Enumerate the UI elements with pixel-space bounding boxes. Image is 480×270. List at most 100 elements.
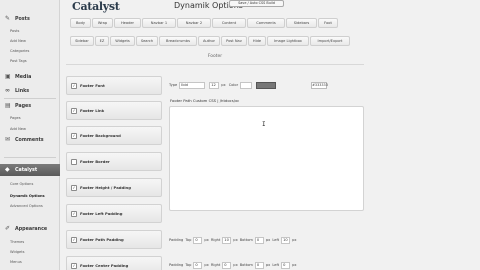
sidebar-item-pages[interactable]: ▤ Pages (5, 101, 31, 111)
tab-hide[interactable]: Hide (248, 36, 266, 46)
font-color-label: Color (228, 83, 239, 87)
tab-search[interactable]: Search (136, 36, 158, 46)
option-footer-border[interactable]: Footer Border (66, 152, 162, 171)
comment-icon: ✉ (5, 136, 11, 143)
option-label: Footer Left Padding (80, 211, 123, 216)
font-color-input[interactable] (240, 81, 253, 89)
tab-footer[interactable]: Foot (318, 18, 338, 28)
page-banner: Catalyst Dynamik Options Save / Auto CSS… (66, 0, 480, 14)
tab-sidebars[interactable]: Sidebars (286, 18, 317, 28)
media-icon: ▣ (5, 73, 11, 80)
check-box-icon[interactable]: ✓ (71, 107, 77, 114)
option-label: Footer Font (80, 83, 105, 88)
color-hex-field[interactable]: #333333 (311, 81, 328, 89)
padding-left-input[interactable]: 0 (281, 261, 291, 269)
sidebar-sub-post-tags[interactable]: Post Tags (10, 58, 27, 64)
sidebar-sub-themes[interactable]: Themes (10, 239, 24, 245)
sidebar-item-label: Catalyst (15, 167, 38, 173)
option-label: Footer Background (80, 133, 121, 138)
sidebar-sub-add-new-page[interactable]: Add New (10, 126, 26, 132)
option-label: Footer Height / Padding (80, 185, 131, 190)
padding-top-label: Top (185, 238, 192, 242)
sidebar-item-posts[interactable]: ✎ Posts (5, 14, 30, 24)
sidebar-sub-add-new-post[interactable]: Add New (10, 38, 26, 44)
tab-import-export[interactable]: Import/Export (310, 36, 350, 46)
padding-right-label: Right (210, 238, 221, 242)
option-label: Footer Border (80, 159, 110, 164)
sidebar-item-label: Pages (15, 103, 32, 109)
padding-bottom-label: Bottom (239, 238, 253, 242)
font-size-input[interactable]: 12 (209, 81, 220, 89)
catalyst-logo: Catalyst (72, 0, 120, 13)
padding-unit: px (265, 238, 271, 242)
sidebar-sub-pages[interactable]: Pages (10, 115, 21, 121)
sidebar-sub-core-options[interactable]: Core Options (10, 181, 33, 187)
padding-unit: px (233, 263, 238, 267)
option-footer-path-padding[interactable]: ✓ Footer Path Padding (66, 230, 162, 249)
check-box-icon[interactable]: ✓ (71, 262, 77, 269)
padding-unit: px (265, 263, 271, 267)
font-type-label: Type (169, 83, 178, 87)
page-icon: ▤ (5, 102, 11, 109)
option-label: Footer Link (80, 108, 105, 113)
tab-navbar-2[interactable]: Navbar 2 (177, 18, 211, 28)
option-footer-font[interactable]: ✓ Footer Font (66, 76, 162, 95)
tab-image-lightbox[interactable]: Image Lightbox (267, 36, 309, 46)
padding-right-input[interactable]: 0 (222, 261, 232, 269)
padding-label: Padding (169, 263, 184, 267)
check-box-icon[interactable] (71, 158, 77, 165)
color-swatch[interactable] (256, 81, 277, 89)
sidebar-item-comments[interactable]: ✉ Comments (5, 135, 44, 145)
sidebar-sub-widgets[interactable]: Widgets (10, 249, 25, 255)
save-build-button[interactable]: Save / Auto CSS Build (229, 0, 284, 7)
option-footer-left-padding[interactable]: ✓ Footer Left Padding (66, 204, 162, 223)
check-box-icon[interactable]: ✓ (71, 82, 77, 89)
option-footer-height-padding[interactable]: ✓ Footer Height / Padding (66, 178, 162, 197)
sidebar-item-catalyst[interactable]: ◆ Catalyst (0, 164, 60, 176)
tab-wrap[interactable]: Wrap (92, 18, 113, 28)
sidebar-item-label: Appearance (15, 226, 48, 232)
sidebar-item-appearance[interactable]: ✐ Appearance (5, 224, 47, 234)
custom-css-editor[interactable]: I (169, 106, 364, 211)
sidebar-sub-dynamik-options[interactable]: Dynamik Options (10, 193, 45, 199)
sidebar-item-label: Links (15, 88, 30, 94)
footer-font-controls: Type Ibid 12 px Color #333333 (169, 80, 328, 90)
sidebar-sub-categories[interactable]: Categories (10, 48, 29, 54)
tab-navbar-1[interactable]: Navbar 1 (142, 18, 176, 28)
padding-right-input[interactable]: 10 (222, 236, 232, 244)
font-type-select[interactable]: Ibid (179, 81, 206, 89)
padding-top-input[interactable]: 0 (193, 236, 203, 244)
tab-header[interactable]: Header (114, 18, 141, 28)
tab-content[interactable]: Content (212, 18, 246, 28)
tab-sidebar[interactable]: Sidebar (70, 36, 94, 46)
padding-bottom-input[interactable]: 0 (254, 261, 264, 269)
tab-author[interactable]: Author (198, 36, 220, 46)
tab-comments[interactable]: Comments (247, 18, 285, 28)
sidebar-item-label: Comments (15, 137, 44, 143)
footer-path-padding-controls: Padding Top 0 px Right 10 px Bottom 0 px… (169, 235, 297, 245)
padding-top-input[interactable]: 0 (193, 261, 203, 269)
check-box-icon[interactable]: ✓ (71, 132, 77, 139)
brush-icon: ✐ (5, 225, 11, 232)
sidebar-sub-menus[interactable]: Menus (10, 259, 22, 265)
tab-breadcrumbs[interactable]: Breadcrumbs (159, 36, 197, 46)
section-divider (66, 64, 364, 65)
link-icon: ∞ (5, 87, 10, 94)
check-box-icon[interactable]: ✓ (71, 236, 77, 243)
check-box-icon[interactable]: ✓ (71, 210, 77, 217)
sidebar-item-links[interactable]: ∞ Links (5, 86, 29, 96)
padding-left-input[interactable]: 10 (281, 236, 291, 244)
option-footer-background[interactable]: ✓ Footer Background (66, 126, 162, 145)
sidebar-item-media[interactable]: ▣ Media (5, 72, 31, 82)
check-box-icon[interactable]: ✓ (71, 184, 77, 191)
sidebar-sub-posts[interactable]: Posts (10, 28, 19, 34)
option-footer-link[interactable]: ✓ Footer Link (66, 101, 162, 120)
tab-ez[interactable]: EZ (95, 36, 109, 46)
padding-unit: px (233, 238, 238, 242)
sidebar-sub-advanced-options[interactable]: Advanced Options (10, 203, 43, 209)
tab-post-nav[interactable]: Post Nav (221, 36, 247, 46)
tab-body[interactable]: Body (70, 18, 91, 28)
tab-widgets[interactable]: Widgets (110, 36, 135, 46)
option-footer-center-padding[interactable]: ✓ Footer Center Padding (66, 256, 162, 270)
padding-bottom-input[interactable]: 0 (254, 236, 264, 244)
